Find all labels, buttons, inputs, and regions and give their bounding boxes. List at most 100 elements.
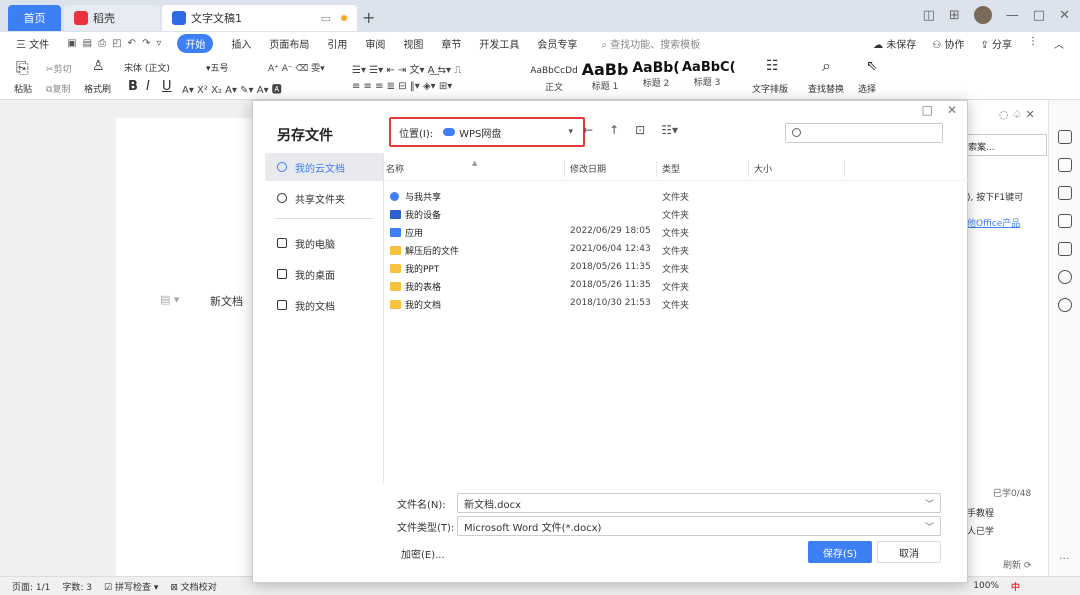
- file-row[interactable]: 与我共享 文件夹: [384, 187, 969, 205]
- nav-shared-folder[interactable]: 共享文件夹: [265, 184, 383, 212]
- menu-review[interactable]: 审阅: [365, 36, 385, 51]
- location-select[interactable]: 位置(I): WPS网盘 ▾: [389, 117, 585, 147]
- paste-button[interactable]: 粘贴: [14, 82, 32, 95]
- sliders-icon[interactable]: [1058, 214, 1072, 228]
- panel-search-box[interactable]: 索案...: [967, 134, 1047, 156]
- nav-my-documents[interactable]: 我的文档: [265, 291, 383, 319]
- menu-page-layout[interactable]: 页面布局: [269, 36, 309, 51]
- font-tools[interactable]: A⁺ A⁻ ⌫ 雯▾: [268, 61, 325, 74]
- find-replace-button[interactable]: 查找替换: [808, 82, 844, 95]
- new-tab-button[interactable]: +: [362, 8, 375, 27]
- office-link[interactable]: 他Office产品: [967, 216, 1020, 229]
- format-painter-icon[interactable]: ♙: [92, 58, 105, 74]
- word-count[interactable]: 字数: 3: [62, 580, 92, 593]
- maximize-icon[interactable]: □: [1033, 8, 1045, 23]
- italic-button[interactable]: I: [146, 79, 150, 94]
- up-icon[interactable]: ↑: [609, 123, 619, 137]
- file-row[interactable]: 我的PPT 2018/05/26 11:35 文件夹: [384, 259, 969, 277]
- export-icon[interactable]: ▤: [83, 38, 92, 49]
- menu-section[interactable]: 章节: [441, 36, 461, 51]
- paste-icon[interactable]: ⎘: [16, 58, 29, 78]
- customize-icon[interactable]: ▿: [156, 38, 161, 49]
- filename-input[interactable]: 新文档.docx ﹀: [457, 493, 941, 513]
- menu-developer[interactable]: 开发工具: [479, 36, 519, 51]
- minimize-icon[interactable]: —: [1006, 8, 1019, 23]
- tool-icon-1[interactable]: [1058, 130, 1072, 144]
- save-button[interactable]: 保存(S): [808, 541, 872, 563]
- column-header-name[interactable]: 名称: [386, 162, 404, 175]
- style-normal[interactable]: AaBbCcDd 正文: [530, 60, 578, 93]
- tab-document[interactable]: 文字文稿1 ▭: [162, 5, 357, 31]
- feature-search[interactable]: ⌕ 查找功能、搜索模板: [601, 36, 700, 51]
- paragraph-tools-top[interactable]: ☰▾ ☰▾ ⇤ ⇥ 文▾ A͟ ⇆▾ ⎍: [352, 61, 461, 76]
- tutorial-text[interactable]: 手教程: [967, 506, 994, 519]
- close-icon[interactable]: ✕: [1059, 8, 1070, 23]
- menu-member[interactable]: 会员专享: [537, 36, 577, 51]
- find-replace-icon[interactable]: ⌕: [822, 56, 831, 76]
- unsaved-button[interactable]: ☁ 未保存: [873, 36, 916, 51]
- grid-icon[interactable]: ⊞: [949, 8, 960, 23]
- menu-file[interactable]: 三 文件: [16, 36, 49, 51]
- avatar[interactable]: [973, 6, 992, 24]
- zoom-level[interactable]: 100%: [973, 581, 999, 591]
- file-search-input[interactable]: [785, 123, 943, 143]
- document-page[interactable]: [116, 118, 266, 576]
- text-layout-button[interactable]: 文字排版: [752, 82, 788, 95]
- share-button[interactable]: ⇪ 分享: [980, 36, 1012, 51]
- view-mode-icon[interactable]: ☷▾: [661, 123, 678, 137]
- encrypt-link[interactable]: 加密(E)...: [401, 546, 445, 561]
- print-icon[interactable]: ⎙: [98, 38, 106, 49]
- ime-indicator[interactable]: 中: [1011, 580, 1020, 593]
- layout-icon[interactable]: ◫: [923, 8, 935, 23]
- dialog-maximize-icon[interactable]: □: [922, 103, 933, 117]
- nav-my-desktop[interactable]: 我的桌面: [265, 260, 383, 288]
- text-layout-icon[interactable]: ☷: [766, 58, 779, 74]
- redo-icon[interactable]: ↷: [142, 38, 150, 49]
- menu-insert[interactable]: 插入: [231, 36, 251, 51]
- nav-cloud-docs[interactable]: 我的云文档: [265, 153, 383, 181]
- text-effects[interactable]: A▾ X² X₂ A▾ ✎▾ A▾ 🅰: [182, 81, 282, 96]
- file-row[interactable]: 解压后的文件 2021/06/04 12:43 文件夹: [384, 241, 969, 259]
- file-row[interactable]: 我的文档 2018/10/30 21:53 文件夹: [384, 295, 969, 313]
- file-row[interactable]: 应用 2022/06/29 18:05 文件夹: [384, 223, 969, 241]
- underline-button[interactable]: U: [162, 79, 172, 94]
- copy-button[interactable]: ⧉复制: [46, 82, 70, 95]
- pen-icon[interactable]: [1058, 158, 1072, 172]
- nav-my-computer[interactable]: 我的电脑: [265, 229, 383, 257]
- panel-controls[interactable]: ◌ ♤ ✕: [999, 108, 1035, 121]
- menu-home[interactable]: 开始: [177, 33, 214, 53]
- tab-daoke[interactable]: 稻壳: [64, 5, 160, 31]
- new-folder-icon[interactable]: ⊡: [635, 123, 645, 137]
- cancel-button[interactable]: 取消: [877, 541, 941, 563]
- select-button[interactable]: 选择: [858, 82, 876, 95]
- help-icon[interactable]: [1058, 270, 1072, 284]
- cut-button[interactable]: ✂剪切: [46, 62, 72, 75]
- file-row[interactable]: 我的设备 文件夹: [384, 205, 969, 223]
- font-name-select[interactable]: 宋体 (正文): [124, 61, 204, 74]
- spellcheck-button[interactable]: ☑ 拼写检查 ▾: [104, 580, 158, 593]
- column-header-size[interactable]: 大小: [754, 162, 772, 175]
- document-text[interactable]: 新文档: [210, 293, 243, 309]
- collab-button[interactable]: ⚇ 协作: [932, 36, 964, 51]
- preview-icon[interactable]: ◰: [112, 38, 121, 49]
- collapse-ribbon-icon[interactable]: ︿: [1054, 36, 1064, 51]
- compass-icon[interactable]: [1058, 298, 1072, 312]
- format-painter-button[interactable]: 格式刷: [84, 82, 111, 95]
- cursor-icon[interactable]: [1058, 186, 1072, 200]
- undo-icon[interactable]: ↶: [128, 38, 136, 49]
- select-icon[interactable]: ⇖: [866, 58, 878, 74]
- paragraph-tools-bottom[interactable]: ≡ ≡ ≡ ≣ ⊟ ‖▾ ◈▾ ⊞▾: [352, 81, 452, 92]
- chevron-down-icon[interactable]: ﹀: [925, 520, 934, 533]
- bold-button[interactable]: B: [128, 79, 138, 94]
- tab-home[interactable]: 首页: [8, 5, 61, 31]
- style-heading-1[interactable]: AaBb 标题 1: [580, 60, 630, 92]
- column-header-type[interactable]: 类型: [662, 162, 680, 175]
- more-icon[interactable]: ⋮: [1028, 36, 1038, 51]
- save-icon[interactable]: ▣: [67, 38, 76, 49]
- back-icon[interactable]: ←: [583, 123, 593, 137]
- style-heading-3[interactable]: AaBbC( 标题 3: [682, 60, 736, 90]
- style-heading-2[interactable]: AaBb( 标题 2: [632, 60, 680, 90]
- image-icon[interactable]: [1058, 242, 1072, 256]
- proofread-button[interactable]: ⊠ 文档校对: [170, 580, 216, 593]
- column-header-date[interactable]: 修改日期: [570, 162, 606, 175]
